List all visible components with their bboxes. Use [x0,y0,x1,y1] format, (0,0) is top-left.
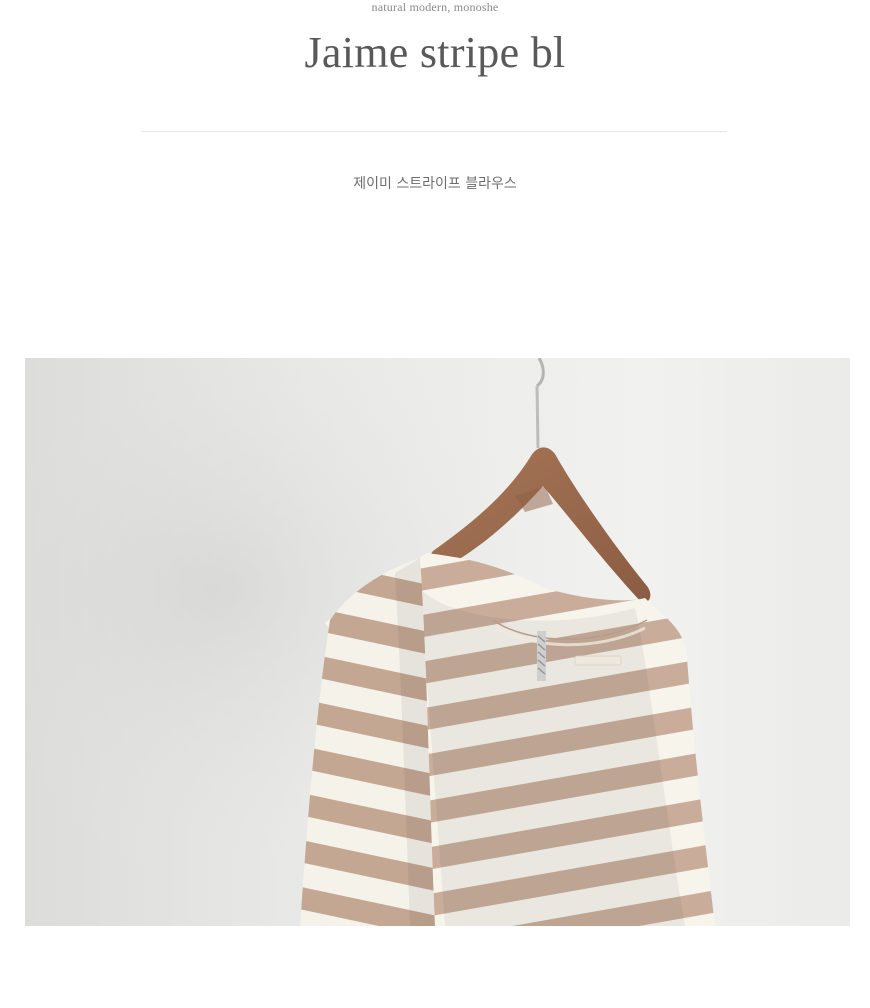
striped-blouse-illustration [25,358,850,926]
product-subtitle-korean: 제이미 스트라이프 블라우스 [353,176,517,192]
brand-tagline: natural modern, monoshe [371,0,499,14]
product-photo [25,358,850,926]
header-divider [141,131,727,132]
product-title: Jaime stripe bl [304,28,566,77]
